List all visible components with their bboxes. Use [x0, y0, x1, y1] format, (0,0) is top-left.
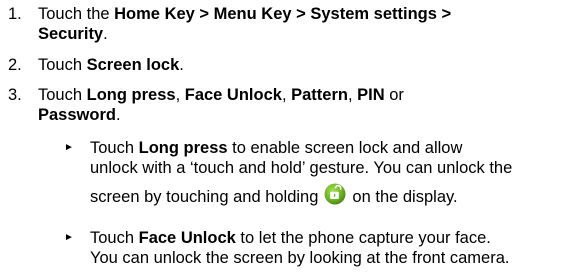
step-text: Touch Long press, Face Unlock, Pattern, …	[38, 85, 578, 125]
step-1-line-1: Touch the Home Key > Menu Key > System s…	[38, 4, 578, 24]
option-long-press: Long press	[86, 86, 176, 104]
step-3-period: .	[115, 106, 121, 124]
step-2-line: Touch Screen lock.	[38, 55, 578, 75]
separator: ,	[281, 86, 292, 104]
bullet-1-post: to enable screen lock and allow	[227, 139, 463, 157]
bullet-1-line-2: unlock with a ‘touch and hold’ gesture. …	[90, 159, 513, 177]
step-1-security: Security	[38, 25, 104, 43]
bullet-2-pre: Touch	[90, 229, 139, 247]
bullet-2-line-2: You can unlock the screen by looking at …	[90, 249, 510, 267]
separator: ,	[175, 86, 185, 104]
bullet-2-face-unlock: Face Unlock	[138, 229, 236, 247]
option-pin: PIN	[357, 86, 385, 104]
step-2-pre: Touch	[38, 56, 87, 74]
step-1-line-2: Security.	[38, 24, 578, 44]
step-number: 3.	[8, 86, 22, 104]
separator: ,	[347, 86, 358, 104]
bullet-marker-icon: ►	[64, 232, 74, 243]
step-1-pre: Touch the	[38, 5, 115, 23]
step-number: 1.	[8, 5, 22, 23]
bullet-text: Touch Long press to enable screen lock a…	[90, 138, 582, 207]
step-1-path: Home Key > Menu Key > System settings >	[114, 5, 452, 23]
bullet-2-post: to let the phone capture your face.	[235, 229, 491, 247]
bullet-1-long-press: Long press	[138, 139, 228, 157]
bullet-1-line-1: Touch Long press to enable screen lock a…	[90, 138, 582, 158]
bullet-marker-icon: ►	[64, 142, 74, 153]
bullet-1-pre: Touch	[90, 139, 139, 157]
bullet-1-line-3-post: on the display.	[352, 188, 458, 206]
green-unlock-icon	[324, 183, 346, 205]
step-2-screen-lock: Screen lock	[86, 56, 180, 74]
step-text: Touch the Home Key > Menu Key > System s…	[38, 4, 578, 44]
bullet-1-line-3-pre: screen by touching and holding	[90, 188, 319, 206]
step-text: Touch Screen lock.	[38, 55, 578, 75]
step-2-period: .	[179, 56, 184, 74]
step-3-line-1: Touch Long press, Face Unlock, Pattern, …	[38, 85, 578, 105]
option-pattern: Pattern	[291, 86, 348, 104]
step-number: 2.	[8, 56, 22, 74]
option-face-unlock: Face Unlock	[184, 86, 282, 104]
bullet-1-line-3: screen by touching and holding on the di…	[90, 183, 582, 207]
separator-or: or	[384, 86, 404, 104]
bullet-2-line-1: Touch Face Unlock to let the phone captu…	[90, 228, 582, 248]
bullet-text: Touch Face Unlock to let the phone captu…	[90, 228, 582, 268]
step-1-period: .	[103, 25, 108, 43]
step-3-line-2: Password.	[38, 105, 578, 125]
option-password: Password	[38, 106, 116, 124]
step-3-pre: Touch	[38, 86, 87, 104]
